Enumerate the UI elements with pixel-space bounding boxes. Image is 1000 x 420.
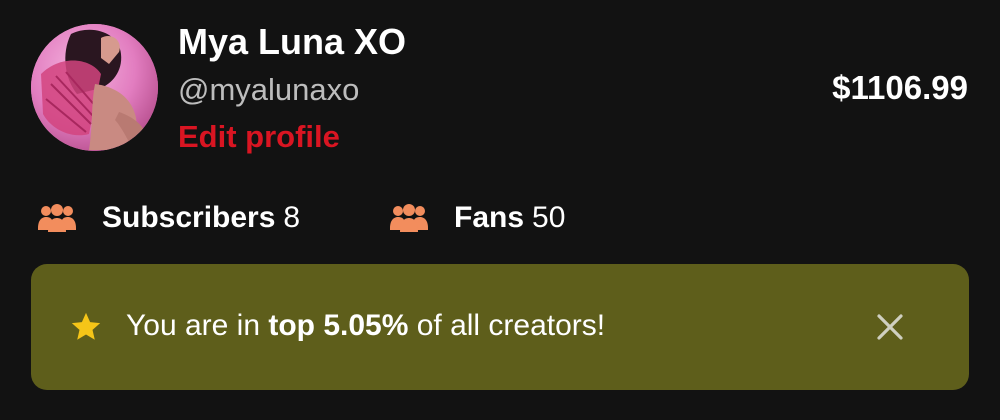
subscribers-label: Subscribers [102,201,276,234]
group-icon [38,202,76,234]
rank-message-prefix: You are in [126,309,269,342]
rank-banner: You are in top 5.05% of all creators! [31,264,969,390]
edit-profile-link[interactable]: Edit profile [178,117,340,157]
rank-percentile: top 5.05% [268,309,409,342]
avatar[interactable] [31,24,158,151]
subscribers-stat[interactable]: Subscribers 8 [38,196,300,240]
close-icon[interactable] [873,310,907,344]
profile-name: Mya Luna XO [178,21,407,62]
profile-handle: @myalunaxo [178,72,360,107]
fans-stat[interactable]: Fans 50 [390,196,565,240]
profile-photo [31,24,158,151]
balance-amount: $1106.99 [832,69,968,106]
fans-label: Fans [454,201,525,234]
star-icon [69,310,103,344]
fans-count: 50 [532,201,566,234]
group-icon [390,202,428,234]
subscribers-count: 8 [283,201,301,234]
rank-message: You are in top 5.05% of all creators! [126,306,605,346]
rank-message-suffix: of all creators! [408,309,606,342]
